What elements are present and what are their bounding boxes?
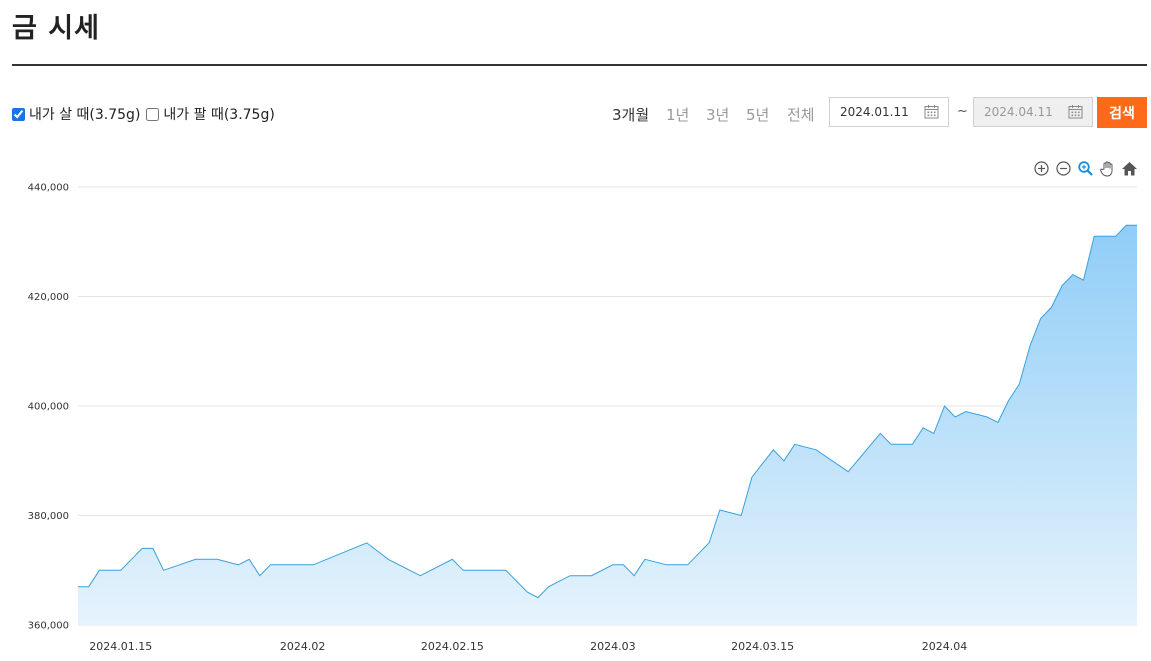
- buy-checkbox[interactable]: [12, 107, 25, 121]
- sell-option-label: 내가 팔 때(3.75g): [163, 107, 275, 123]
- calendar-icon[interactable]: [924, 104, 939, 119]
- gold-price-chart: 440,000 420,000 400,000 380,000 360,000 2024…: [28, 183, 1137, 653]
- end-date-field[interactable]: 2024.04.11: [973, 97, 1093, 127]
- calendar-icon[interactable]: [1068, 104, 1083, 119]
- start-date-field[interactable]: 2024.01.11: [829, 97, 949, 127]
- x-tick-label: 2024.02.15: [421, 640, 484, 653]
- page-title: 금 시세: [12, 13, 100, 44]
- x-tick-label: 2024.03.15: [731, 640, 794, 653]
- y-tick-label: 360,000: [28, 621, 69, 632]
- y-axis-ticks: 440,000 420,000 400,000 380,000 360,000: [28, 183, 69, 632]
- period-5-years[interactable]: 5년: [746, 104, 769, 125]
- sell-option[interactable]: 내가 팔 때(3.75g): [146, 104, 275, 124]
- x-tick-label: 2024.03: [590, 640, 636, 653]
- sell-checkbox[interactable]: [146, 107, 160, 121]
- y-tick-label: 400,000: [28, 402, 69, 413]
- date-range-separator: ~: [957, 104, 968, 119]
- start-date-value: 2024.01.11: [840, 105, 909, 119]
- buy-option[interactable]: 내가 살 때(3.75g): [12, 104, 140, 124]
- buy-option-label: 내가 살 때(3.75g): [29, 107, 141, 123]
- y-tick-label: 380,000: [28, 511, 69, 522]
- y-tick-label: 440,000: [28, 183, 69, 194]
- x-tick-label: 2024.04: [922, 640, 968, 653]
- x-axis-ticks: 2024.01.15 2024.02 2024.02.15 2024.03 2024.0…: [89, 640, 967, 653]
- period-3-years[interactable]: 3년: [706, 104, 729, 125]
- title-divider: [12, 64, 1147, 66]
- x-tick-label: 2024.01.15: [89, 640, 152, 653]
- period-all[interactable]: 전체: [787, 104, 815, 125]
- y-tick-label: 420,000: [28, 292, 69, 303]
- search-button[interactable]: 검색: [1097, 97, 1147, 128]
- price-type-options: 내가 살 때(3.75g) 내가 팔 때(3.75g): [12, 104, 281, 124]
- x-tick-label: 2024.02: [280, 640, 326, 653]
- end-date-value: 2024.04.11: [984, 105, 1053, 119]
- price-area: [78, 225, 1137, 626]
- period-3-months[interactable]: 3개월: [612, 104, 649, 125]
- period-1-year[interactable]: 1년: [666, 104, 689, 125]
